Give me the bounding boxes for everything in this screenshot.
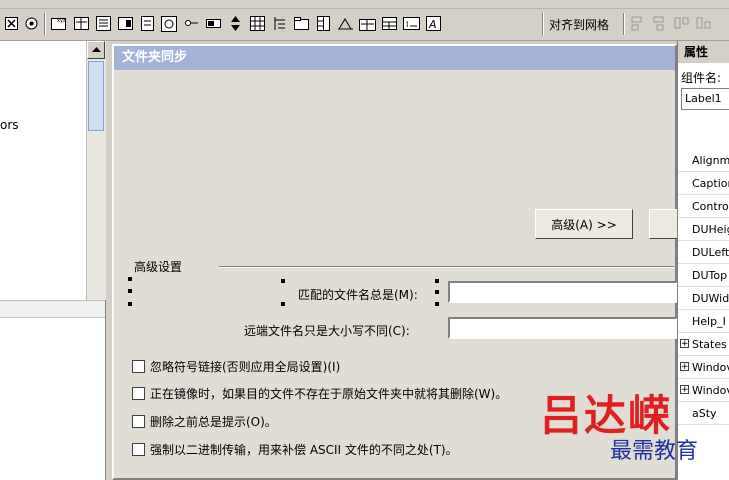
align-left-icon[interactable] — [628, 14, 647, 33]
selection-handle[interactable] — [435, 302, 439, 306]
checkbox[interactable] — [132, 387, 145, 400]
spinner-icon[interactable] — [248, 14, 267, 33]
progress-icon[interactable] — [226, 14, 245, 33]
property-row-expandable[interactable]: + Windov — [678, 356, 729, 379]
table-icon[interactable]: I — [402, 14, 421, 33]
checkbox[interactable] — [132, 415, 145, 428]
align-top-icon[interactable] — [672, 14, 691, 33]
property-row[interactable]: Help_I — [678, 310, 729, 333]
selection-handle[interactable] — [128, 302, 132, 306]
left-panel-text: ors — [0, 118, 19, 132]
tool-icon[interactable] — [358, 14, 377, 33]
pagecontrol-icon[interactable] — [138, 14, 157, 33]
selection-handle[interactable] — [281, 279, 285, 283]
close-box-icon[interactable] — [2, 14, 21, 33]
expand-plus-icon[interactable]: + — [680, 339, 689, 349]
checkbox-delete-when-mirroring[interactable]: 正在镜像时，如果目的文件不存在于原始文件夹中就将其删除(W)。 — [132, 385, 507, 402]
component-name-label: 组件名: — [681, 71, 722, 85]
selection-handle[interactable] — [435, 290, 439, 294]
expand-plus-icon[interactable]: + — [680, 385, 689, 395]
selection-handle[interactable] — [281, 302, 285, 306]
tree-icon[interactable] — [182, 14, 201, 33]
property-row[interactable]: Alignme — [678, 149, 729, 172]
radio-icon[interactable] — [22, 14, 41, 33]
component-name-field[interactable]: Label1 — [681, 88, 729, 110]
property-row[interactable]: DULeft — [678, 241, 729, 264]
svg-text:I: I — [406, 20, 408, 29]
scroll-thumb[interactable] — [88, 61, 104, 131]
selection-handle[interactable] — [128, 277, 132, 281]
statusbar-icon[interactable] — [380, 14, 399, 33]
checkbox[interactable] — [132, 443, 145, 456]
scroll-up-button[interactable] — [87, 41, 105, 59]
property-row[interactable]: DUHeig — [678, 218, 729, 241]
checkbox[interactable] — [132, 360, 145, 373]
image-icon[interactable] — [160, 14, 179, 33]
combo-icon[interactable] — [116, 14, 135, 33]
remote-filename-label: 远端文件名只是大小写不同(C): — [244, 324, 410, 338]
match-filename-label: 匹配的文件名总是(M): — [298, 288, 418, 302]
advanced-button[interactable]: 高级(A) >> — [535, 209, 633, 239]
checkbox-label: 强制以二进制传输，用来补偿 ASCII 文件的不同之处(T)。 — [150, 443, 458, 457]
property-row-expandable[interactable]: + Windov — [678, 379, 729, 402]
property-row[interactable]: DUTop — [678, 264, 729, 287]
column-icon[interactable] — [336, 14, 355, 33]
chevron-up-icon — [91, 47, 101, 52]
remote-filename-field[interactable] — [448, 317, 678, 339]
align-bottom-icon[interactable] — [694, 14, 713, 33]
properties-title: 属性 — [678, 41, 729, 63]
checkbox-force-binary[interactable]: 强制以二进制传输，用来补偿 ASCII 文件的不同之处(T)。 — [132, 441, 458, 458]
property-name: States — [692, 338, 727, 351]
text-label-icon[interactable]: xyz — [50, 14, 69, 33]
property-row[interactable]: DUWid — [678, 287, 729, 310]
properties-panel: 属性 组件名: Label1 Alignme Caption Contro DU… — [677, 41, 729, 480]
left-panel-divider — [0, 300, 105, 318]
property-row[interactable]: Contro — [678, 195, 729, 218]
left-panel-scrollbar[interactable] — [86, 41, 106, 300]
selection-handle[interactable] — [128, 289, 132, 293]
match-filename-field[interactable] — [448, 281, 678, 303]
property-row-expandable[interactable]: + States — [678, 333, 729, 356]
property-name: Windov — [692, 384, 729, 397]
frame-icon[interactable] — [72, 14, 91, 33]
watermark-brand: 最需教育 — [610, 439, 699, 464]
checkbox-label: 删除之前总是提示(O)。 — [150, 415, 277, 429]
align-right-icon[interactable] — [650, 14, 669, 33]
align-to-grid-button[interactable]: 对齐到网格 — [549, 16, 609, 33]
checkbox-label: 忽略符号链接(否则应用全局设置)(I) — [150, 360, 341, 374]
grid-icon[interactable] — [270, 14, 289, 33]
expand-plus-icon[interactable]: + — [680, 362, 689, 372]
slider-icon[interactable] — [204, 14, 223, 33]
toolbar: xyz I A 对齐到网格 — [0, 0, 729, 41]
svg-text:A: A — [428, 18, 437, 31]
toolbar-top-strip — [0, 0, 729, 9]
checkbox-prompt-before-delete[interactable]: 删除之前总是提示(O)。 — [132, 413, 277, 430]
property-name: Windov — [692, 361, 729, 374]
checkbox-ignore-symlinks[interactable]: 忽略符号链接(否则应用全局设置)(I) — [132, 358, 340, 375]
caption-icon[interactable]: A — [424, 14, 443, 33]
selection-handle[interactable] — [435, 279, 439, 283]
form-title: 文件夹同步 — [114, 46, 675, 70]
hierarchy-icon[interactable] — [292, 14, 311, 33]
property-row[interactable]: aSty — [678, 402, 729, 425]
window-icon[interactable] — [314, 14, 333, 33]
group-divider — [219, 266, 674, 268]
checkbox-label: 正在镜像时，如果目的文件不存在于原始文件夹中就将其删除(W)。 — [150, 387, 508, 401]
toolbar-controls: xyz I A 对齐到网格 — [0, 9, 729, 39]
list-icon[interactable] — [94, 14, 113, 33]
advanced-settings-label: 高级设置 — [134, 258, 187, 275]
property-row[interactable]: Caption — [678, 172, 729, 195]
svg-text:xyz: xyz — [57, 18, 66, 24]
